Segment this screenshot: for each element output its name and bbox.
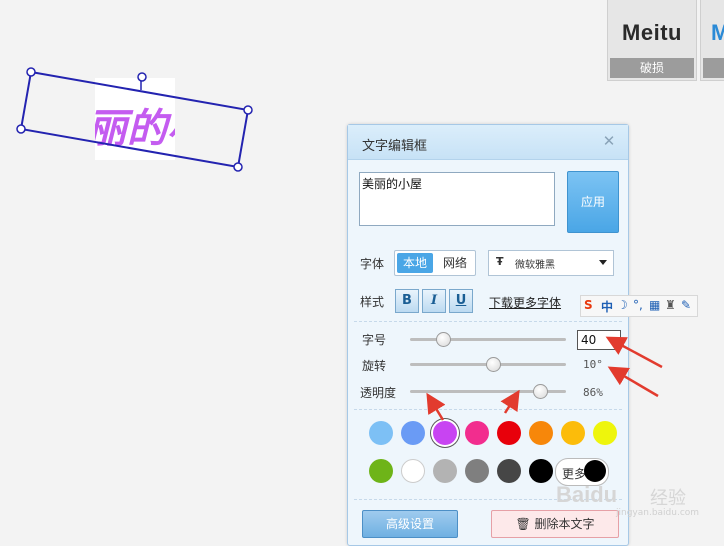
- color-swatch-r2-2[interactable]: [401, 459, 425, 483]
- user-icon: ♜: [665, 298, 676, 312]
- chevron-down-icon: [608, 338, 616, 343]
- thumb-logo: Meitu: [622, 20, 682, 45]
- close-icon[interactable]: ✕: [602, 134, 616, 149]
- ime-toolbar[interactable]: S 中 ☽ °, ▦ ♜ ✎: [580, 295, 698, 317]
- color-swatch-r1-8[interactable]: [593, 421, 617, 445]
- moon-icon: ☽: [617, 298, 628, 312]
- rotate-slider[interactable]: [410, 357, 566, 372]
- color-swatch-r1-7[interactable]: [561, 421, 585, 445]
- font-family-dropdown[interactable]: Ŧ 微软雅黑: [488, 250, 614, 276]
- thumb-caption-partial: [703, 58, 724, 78]
- opacity-value: 86%: [583, 386, 603, 399]
- font-source-net-tab[interactable]: 网络: [437, 253, 473, 273]
- resize-handle-tr: [243, 105, 253, 115]
- resize-handle-tl: [26, 67, 36, 77]
- effect-thumb-next[interactable]: M: [700, 0, 724, 81]
- resize-handle-br: [233, 162, 243, 172]
- advanced-settings-button[interactable]: 高级设置: [362, 510, 458, 538]
- color-swatch-r2-6[interactable]: [529, 459, 553, 483]
- thumb-logo-partial: M: [711, 20, 724, 45]
- color-swatch-r1-5[interactable]: [497, 421, 521, 445]
- divider: [354, 321, 622, 323]
- keyboard-icon: ▦: [649, 298, 661, 312]
- size-label: 字号: [362, 333, 387, 347]
- size-value: 40: [581, 333, 597, 347]
- font-source-local-tab[interactable]: 本地: [397, 253, 433, 273]
- font-label: 字体: [360, 257, 385, 271]
- chevron-down-icon: [599, 260, 607, 265]
- selection-frame[interactable]: [0, 0, 300, 200]
- color-swatch-r1-6[interactable]: [529, 421, 553, 445]
- size-slider-knob[interactable]: [435, 332, 451, 347]
- apply-button[interactable]: 应用: [567, 171, 619, 233]
- panel-title: 文字编辑框: [362, 139, 428, 154]
- punct-icon: °,: [633, 298, 643, 312]
- trash-icon: 🗑: [515, 517, 531, 531]
- color-swatch-r1-2[interactable]: [401, 421, 425, 445]
- underline-button[interactable]: U: [449, 289, 473, 313]
- bold-button[interactable]: B: [395, 289, 419, 313]
- color-swatch-r1-1[interactable]: [369, 421, 393, 445]
- opacity-slider[interactable]: [410, 384, 566, 399]
- color-swatch-r1-4[interactable]: [465, 421, 489, 445]
- size-slider[interactable]: [410, 332, 566, 347]
- color-swatch-r2-1[interactable]: [369, 459, 393, 483]
- ime-logo-icon: S: [584, 298, 593, 312]
- italic-button[interactable]: I: [422, 289, 446, 313]
- text-input[interactable]: [359, 172, 555, 226]
- font-source-toggle: 本地 网络: [394, 250, 476, 276]
- opacity-label: 透明度: [360, 386, 397, 400]
- baidu-watermark: Baidu 经验 jingyan.baidu.com: [556, 478, 700, 526]
- style-label: 样式: [360, 295, 385, 309]
- color-swatch-r2-5[interactable]: [497, 459, 521, 483]
- watermark-text: 经验: [650, 488, 686, 509]
- effect-thumb-meitu[interactable]: Meitu 破损: [607, 0, 697, 81]
- panel-header: 文字编辑框 ✕: [348, 125, 628, 160]
- ime-mode: 中: [601, 300, 614, 314]
- rotate-slider-knob[interactable]: [485, 357, 501, 372]
- download-more-fonts-link[interactable]: 下载更多字体: [489, 294, 561, 311]
- watermark-logo: Baidu: [556, 482, 618, 507]
- color-swatch-r2-3[interactable]: [433, 459, 457, 483]
- color-swatch-r1-3[interactable]: [433, 421, 457, 445]
- divider: [354, 409, 622, 411]
- opacity-slider-knob[interactable]: [532, 384, 548, 399]
- rotate-label: 旋转: [362, 359, 387, 373]
- truetype-icon: Ŧ: [496, 255, 504, 268]
- size-dropdown[interactable]: 40: [577, 330, 621, 350]
- color-swatch-r2-4[interactable]: [465, 459, 489, 483]
- resize-handle-bl: [16, 124, 26, 134]
- watermark-url: jingyan.baidu.com: [616, 508, 700, 518]
- font-name: 微软雅黑: [515, 260, 555, 271]
- rotate-value: 10°: [583, 358, 603, 371]
- wrench-icon: ✎: [681, 298, 692, 312]
- rotate-handle: [137, 72, 147, 82]
- thumb-caption: 破损: [610, 58, 694, 78]
